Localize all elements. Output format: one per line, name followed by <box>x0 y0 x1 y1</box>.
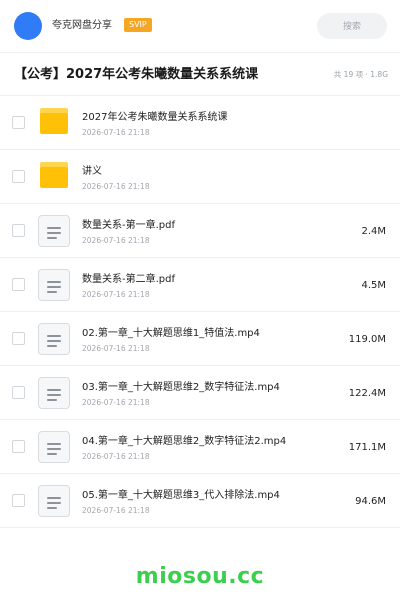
document-icon <box>38 215 70 247</box>
file-name: 讲义 <box>82 166 102 177</box>
folder-icon <box>40 162 68 188</box>
file-name: 05.第一章_十大解题思维3_代入排除法.mp4 <box>82 490 280 501</box>
file-name: 数量关系-第二章.pdf <box>82 274 176 285</box>
select-checkbox[interactable] <box>12 278 25 291</box>
file-size: 119.0M <box>348 334 386 345</box>
file-row[interactable]: 05.第一章_十大解题思维3_代入排除法.mp4 2026-07-16 21:18… <box>0 474 400 528</box>
file-name: 03.第一章_十大解题思维2_数字特征法.mp4 <box>82 382 280 393</box>
select-checkbox[interactable] <box>12 332 25 345</box>
file-size: 122.4M <box>348 388 386 399</box>
file-date: 2026-07-16 21:18 <box>82 398 150 407</box>
file-row[interactable]: 2027年公考朱曦数量关系系统课 2026-07-16 21:18 <box>0 96 400 150</box>
file-date: 2026-07-16 21:18 <box>82 182 150 191</box>
file-size: 171.1M <box>348 442 386 453</box>
watermark-text: miosou.cc <box>135 564 265 589</box>
document-icon <box>38 269 70 301</box>
select-checkbox[interactable] <box>12 494 25 507</box>
select-checkbox[interactable] <box>12 116 25 129</box>
select-checkbox[interactable] <box>12 386 25 399</box>
file-row[interactable]: 02.第一章_十大解题思维1_特值法.mp4 2026-07-16 21:18 11… <box>0 312 400 366</box>
document-icon <box>38 377 70 409</box>
file-name: 2027年公考朱曦数量关系系统课 <box>82 112 228 123</box>
document-icon <box>38 431 70 463</box>
file-name: 数量关系-第一章.pdf <box>82 220 176 231</box>
avatar[interactable] <box>14 12 42 40</box>
share-name: 夸克网盘分享 <box>52 20 112 31</box>
document-icon <box>38 323 70 355</box>
file-name: 02.第一章_十大解题思维1_特值法.mp4 <box>82 328 260 339</box>
file-size: 4.5M <box>361 280 386 291</box>
folder-meta: 共 19 项 · 1.8G <box>333 70 388 79</box>
file-name: 04.第一章_十大解题思维2_数字特征法2.mp4 <box>82 436 287 447</box>
file-row[interactable]: 数量关系-第一章.pdf 2026-07-16 21:18 2.4M <box>0 204 400 258</box>
document-icon <box>38 485 70 517</box>
search-button[interactable]: 搜索 <box>317 13 387 39</box>
file-date: 2026-07-16 21:18 <box>82 344 150 353</box>
header-divider <box>0 52 400 53</box>
file-date: 2026-07-16 21:18 <box>82 128 150 137</box>
top-bar: 夸克网盘分享 SVIP 搜索 <box>0 0 400 52</box>
folder-icon <box>40 108 68 134</box>
svip-badge: SVIP <box>124 18 152 32</box>
file-row[interactable]: 讲义 2026-07-16 21:18 <box>0 150 400 204</box>
file-row[interactable]: 04.第一章_十大解题思维2_数字特征法2.mp4 2026-07-16 21:1… <box>0 420 400 474</box>
file-date: 2026-07-16 21:18 <box>82 236 150 245</box>
select-checkbox[interactable] <box>12 224 25 237</box>
file-date: 2026-07-16 21:18 <box>82 452 150 461</box>
file-size: 94.6M <box>355 496 386 507</box>
file-size: 2.4M <box>361 226 386 237</box>
folder-title: 【公考】2027年公考朱曦数量关系系统课 <box>14 67 259 82</box>
file-date: 2026-07-16 21:18 <box>82 290 150 299</box>
select-checkbox[interactable] <box>12 170 25 183</box>
file-row[interactable]: 数量关系-第二章.pdf 2026-07-16 21:18 4.5M <box>0 258 400 312</box>
file-row[interactable]: 03.第一章_十大解题思维2_数字特征法.mp4 2026-07-16 21:18… <box>0 366 400 420</box>
select-checkbox[interactable] <box>12 440 25 453</box>
file-date: 2026-07-16 21:18 <box>82 506 150 515</box>
